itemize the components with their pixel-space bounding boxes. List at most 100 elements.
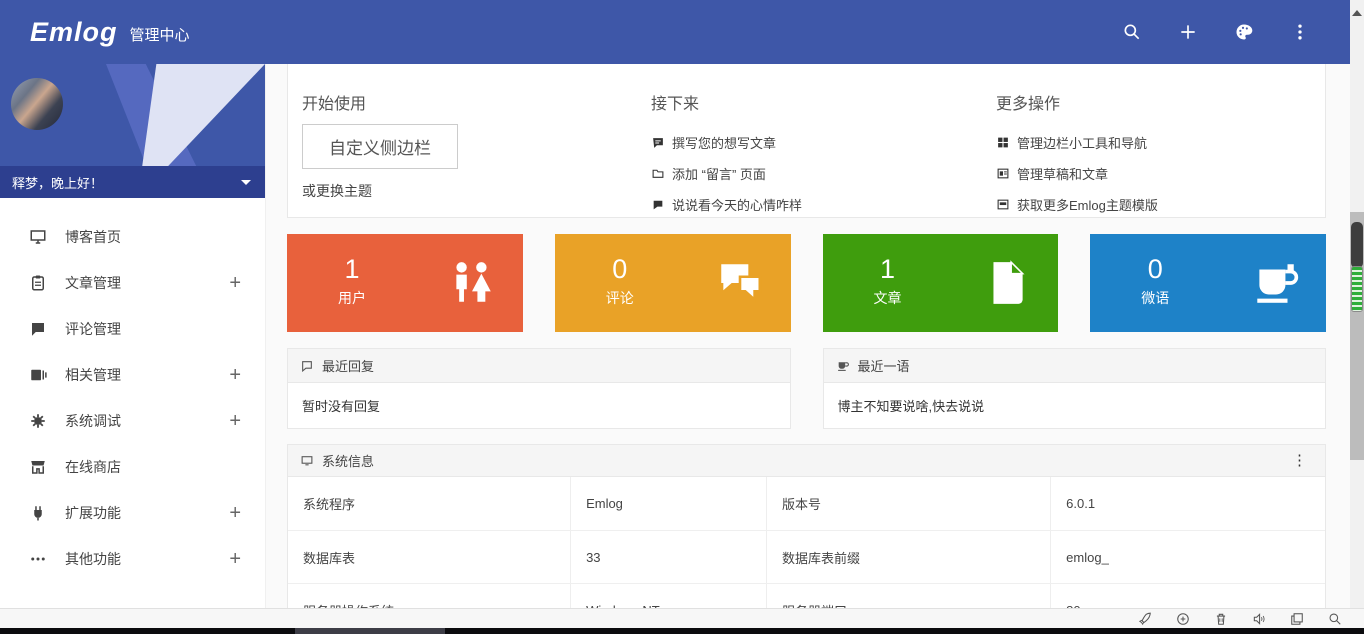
- search-icon[interactable]: [1122, 22, 1142, 42]
- stat-value: 0: [1120, 254, 1190, 285]
- panel-title: 系统信息: [322, 451, 374, 470]
- system-info-table: 系统程序 Emlog 版本号 6.0.1 数据库表 33 数据库表前缀 emlo…: [287, 477, 1326, 608]
- header-actions: [1122, 22, 1310, 42]
- sidebar-item-online-store[interactable]: 在线商店: [0, 444, 265, 490]
- scroll-up-arrow-icon[interactable]: [1352, 10, 1362, 16]
- stat-label: 评论: [585, 288, 655, 308]
- sidebar-item-label: 相关管理: [65, 365, 121, 385]
- add-guestbook-page-link[interactable]: 添加 “留言” 页面: [651, 158, 981, 189]
- themes-image-icon: [996, 198, 1010, 211]
- sidebar-item-system-debug[interactable]: 系统调试 +: [0, 398, 265, 444]
- user-greeting: 释梦，晚上好！: [12, 173, 103, 192]
- expand-icon[interactable]: +: [229, 272, 241, 295]
- customize-sidebar-button[interactable]: 自定义侧边栏: [302, 124, 458, 169]
- stat-value: 1: [317, 254, 387, 285]
- sidebar-item-related[interactable]: 相关管理 +: [0, 352, 265, 398]
- panel-body: 暂时没有回复: [287, 383, 791, 429]
- sidebar-item-label: 系统调试: [65, 411, 121, 431]
- trash-icon[interactable]: [1214, 612, 1228, 626]
- panel-header: 系统信息 ⋮: [287, 444, 1326, 477]
- sidebar-item-other[interactable]: 其他功能 +: [0, 536, 265, 582]
- link-label: 获取更多Emlog主题模版: [1017, 195, 1158, 214]
- plugin-icon: [28, 504, 48, 522]
- scrollbar-track[interactable]: [1350, 212, 1364, 460]
- system-info-panel: 系统信息 ⋮ 系统程序 Emlog 版本号 6.0.1 数据库表 33 数据库表…: [287, 444, 1326, 608]
- scrollbar-thumb[interactable]: [1351, 222, 1363, 268]
- table-cell: 6.0.1: [1050, 477, 1325, 530]
- stat-card-users[interactable]: 1 用户: [287, 234, 523, 332]
- scrollbar-thumb-green-striped[interactable]: [1351, 266, 1363, 312]
- refresh-plus-icon[interactable]: [1176, 612, 1190, 626]
- table-cell: 33: [570, 531, 766, 583]
- expand-icon[interactable]: +: [229, 364, 241, 387]
- panel-title: 最近回复: [322, 356, 374, 375]
- search-icon[interactable]: [1328, 612, 1342, 626]
- panel-title: 最近一语: [858, 356, 910, 375]
- stat-value: 1: [853, 254, 923, 285]
- table-cell: 版本号: [766, 477, 1050, 530]
- monitor-outline-icon: [300, 454, 314, 467]
- manage-widgets-link[interactable]: 管理边栏小工具和导航: [996, 127, 1326, 158]
- post-mood-link[interactable]: 说说看今天的心情咋样: [651, 189, 981, 220]
- stat-card-notes[interactable]: 0 微语: [1090, 234, 1326, 332]
- section-title: 接下来: [651, 90, 981, 114]
- os-taskbar-strip: [0, 628, 1364, 634]
- sidebar-item-label: 其他功能: [65, 549, 121, 569]
- link-label: 撰写您的想写文章: [672, 133, 776, 152]
- palette-icon[interactable]: [1234, 22, 1254, 42]
- volume-icon[interactable]: [1252, 612, 1266, 626]
- page-scrollbar: [1350, 0, 1364, 608]
- related-card-icon: [28, 366, 48, 384]
- get-themes-link[interactable]: 获取更多Emlog主题模版: [996, 189, 1326, 220]
- write-icon: [651, 136, 665, 149]
- table-cell: 系统程序: [288, 477, 570, 530]
- sidebar-item-label: 文章管理: [65, 273, 121, 293]
- expand-icon[interactable]: +: [229, 548, 241, 571]
- next-steps-column: 接下来 撰写您的想写文章 添加 “留言” 页面: [651, 64, 981, 217]
- kebab-menu-icon[interactable]: ⋮: [1286, 451, 1313, 470]
- stat-card-articles[interactable]: 1 文章: [823, 234, 1059, 332]
- link-label: 管理草稿和文章: [1017, 164, 1108, 183]
- monitor-icon: [28, 228, 48, 246]
- sidebar-item-blog-home[interactable]: 博客首页: [0, 214, 265, 260]
- user-avatar[interactable]: [11, 78, 63, 130]
- kebab-menu-icon[interactable]: [1290, 22, 1310, 42]
- stat-card-comments[interactable]: 0 评论: [555, 234, 791, 332]
- change-theme-link[interactable]: 或更换主题: [302, 181, 632, 201]
- page-title: 管理中心: [130, 24, 190, 45]
- user-greeting-bar[interactable]: 释梦，晚上好！: [0, 166, 265, 198]
- mood-chat-icon: [651, 198, 665, 211]
- panel-header: 最近一语: [823, 348, 1327, 383]
- sidebar-item-comments[interactable]: 评论管理: [0, 306, 265, 352]
- sidebar-item-label: 评论管理: [65, 319, 121, 339]
- comment-outline-icon: [300, 359, 314, 372]
- table-cell: Windows NT: [570, 584, 766, 608]
- add-icon[interactable]: [1178, 22, 1198, 42]
- sidebar-item-articles[interactable]: 文章管理 +: [0, 260, 265, 306]
- table-cell: 服务器端口: [766, 584, 1050, 608]
- table-cell: 80: [1050, 584, 1325, 608]
- main-content: 开始使用 自定义侧边栏 或更换主题 接下来 撰写您的想写文章: [266, 64, 1350, 608]
- welcome-panel: 开始使用 自定义侧边栏 或更换主题 接下来 撰写您的想写文章: [287, 64, 1326, 218]
- top-header: Emlog 管理中心: [0, 0, 1352, 64]
- drafts-news-icon: [996, 167, 1010, 180]
- taskbar-active-segment: [295, 628, 445, 634]
- rocket-icon[interactable]: [1138, 612, 1152, 626]
- expand-icon[interactable]: +: [229, 410, 241, 433]
- widgets-grid-icon: [996, 136, 1010, 149]
- sidebar-menu: 博客首页 文章管理 + 评论管理: [0, 198, 265, 582]
- table-cell: 数据库表: [288, 531, 570, 583]
- sidebar-item-extensions[interactable]: 扩展功能 +: [0, 490, 265, 536]
- emlog-admin-dashboard: Emlog 管理中心 释梦，晚上: [0, 0, 1364, 634]
- manage-drafts-link[interactable]: 管理草稿和文章: [996, 158, 1326, 189]
- windows-icon[interactable]: [1290, 612, 1304, 626]
- ellipsis-icon: [28, 550, 48, 568]
- browser-bottom-bar: [0, 608, 1364, 628]
- app-logo: Emlog: [30, 17, 118, 48]
- section-title: 更多操作: [996, 90, 1326, 114]
- recent-replies-panel: 最近回复 暂时没有回复: [287, 348, 791, 429]
- expand-icon[interactable]: +: [229, 502, 241, 525]
- write-article-link[interactable]: 撰写您的想写文章: [651, 127, 981, 158]
- clipboard-icon: [28, 274, 48, 292]
- users-icon: [447, 257, 497, 309]
